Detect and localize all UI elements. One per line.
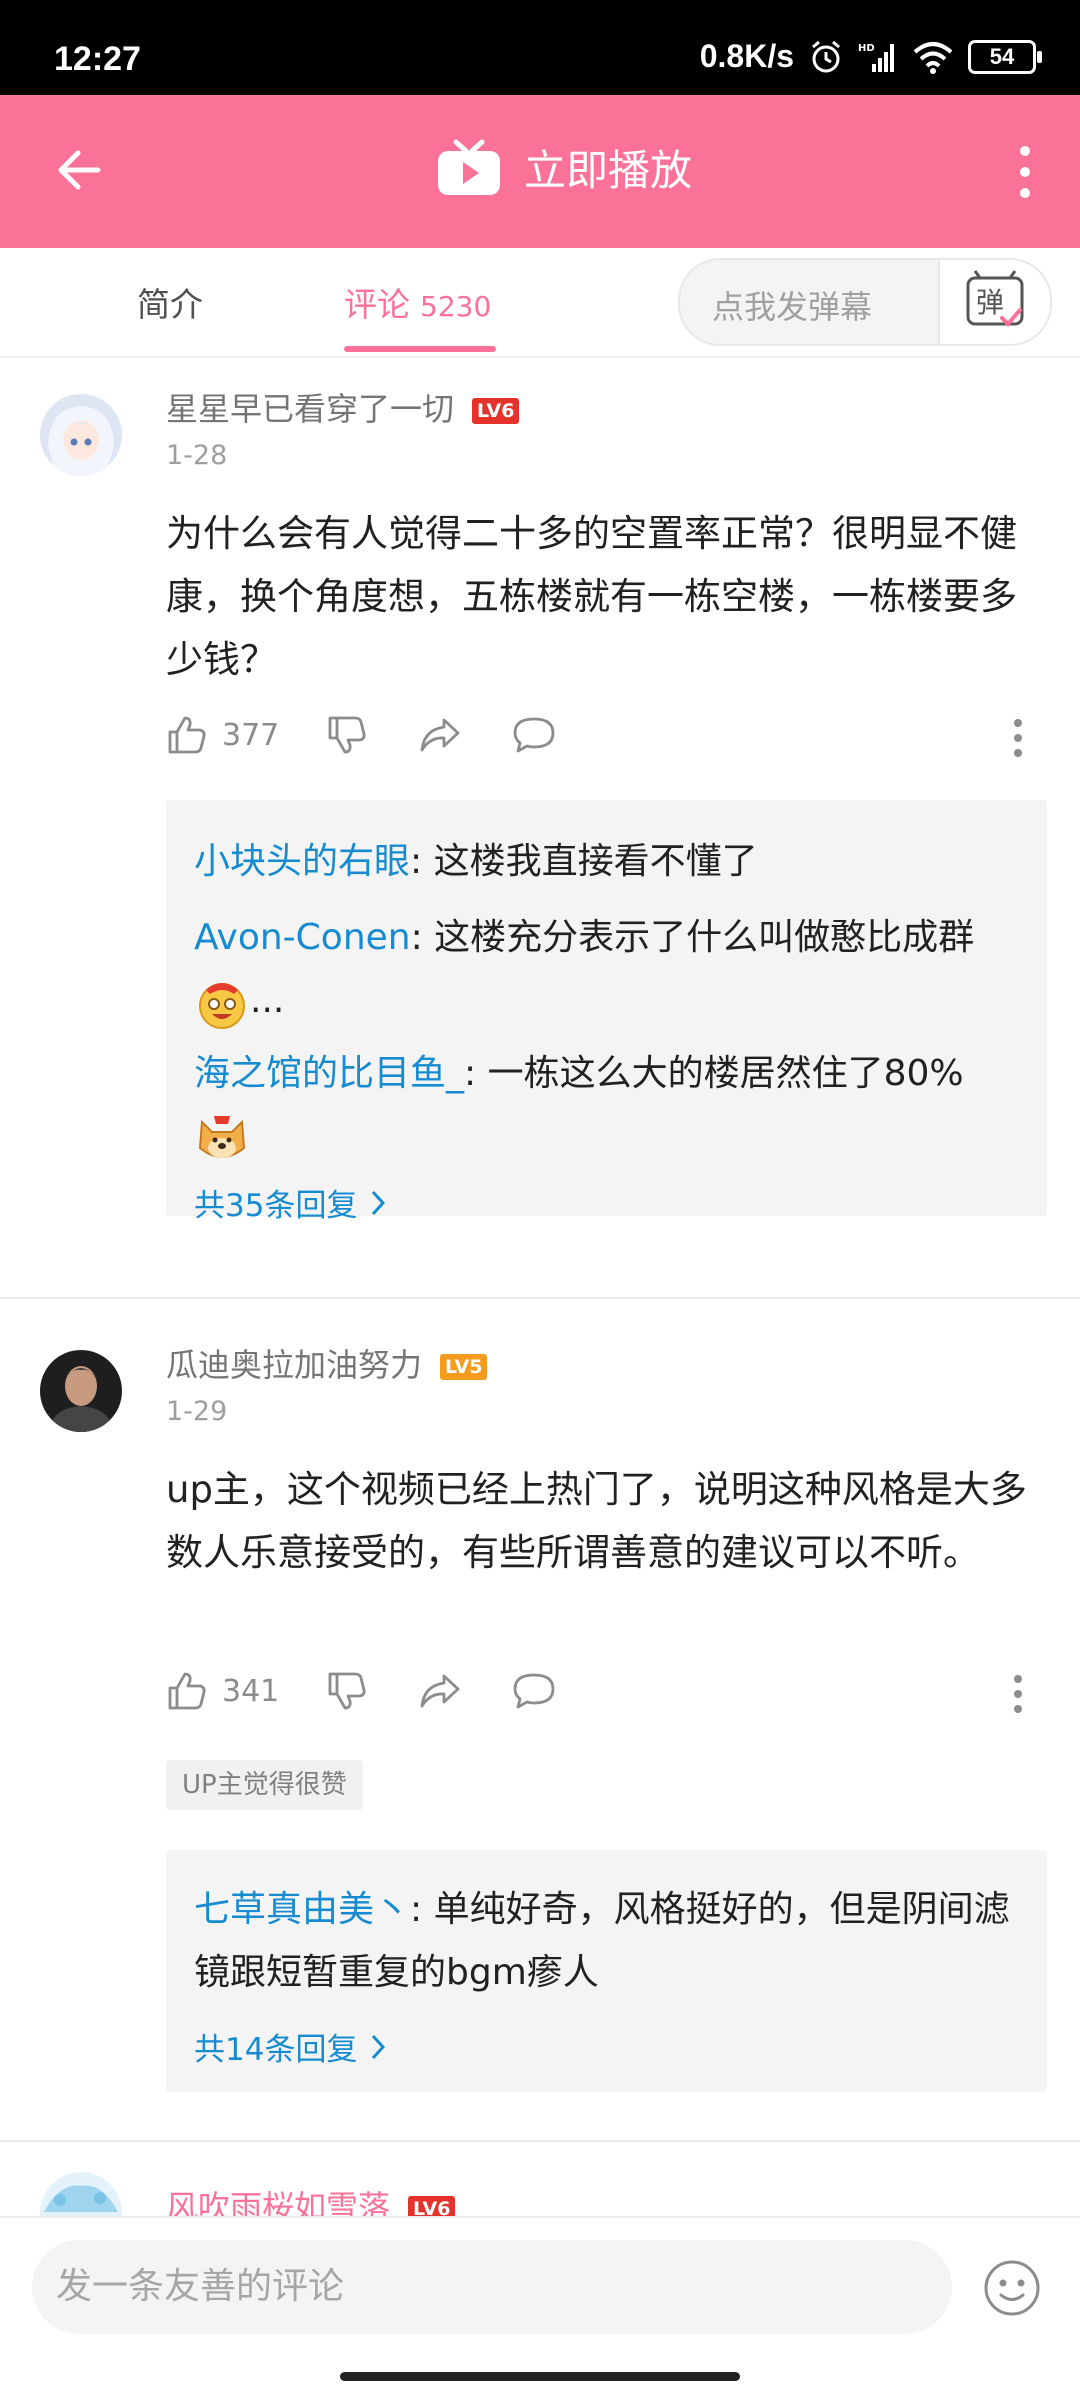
tab-comments[interactable]: 评论 5230 (344, 278, 491, 326)
danmaku-icon: 弹 (966, 270, 1024, 327)
more-vertical-icon[interactable] (1012, 718, 1024, 758)
like-button[interactable]: 377 (166, 714, 279, 756)
thumbs-down-icon (328, 716, 366, 754)
laughing-emoji-icon (199, 983, 245, 1029)
comment-item: 瓜迪奥拉加油努力 LV5 1-29 up主，这个视频已经上热门了，说明这种风格是大… (0, 1300, 1080, 2140)
comment-text: 为什么会有人觉得二十多的空置率正常？很明显不健康，换个角度想，五栋楼就有一栋空楼… (166, 512, 1017, 681)
play-now-label: 立即播放 (524, 146, 693, 195)
thumbs-up-icon (168, 1672, 206, 1710)
tab-active-indicator (344, 346, 496, 352)
reply-author[interactable]: 海之馆的比目鱼_ (194, 1053, 464, 1094)
view-all-replies-link[interactable]: 共35条回复 (194, 1180, 387, 1225)
svg-text:HD: HD (858, 43, 875, 54)
comment-item: 风吹雨桜如雪落 LV6 (0, 2142, 1080, 2216)
reply-text: : 这楼充分表示了什么叫做憨比成群 (410, 917, 975, 958)
reply-button[interactable] (512, 1670, 556, 1712)
alarm-icon (812, 40, 840, 72)
wifi-icon (913, 41, 953, 74)
tab-bar: 简介 评论 5230 点我发弹幕 弹 (0, 248, 1080, 358)
danmaku-icon-label: 弹 (976, 286, 1004, 319)
doge-emoji-icon (198, 1116, 246, 1158)
reply-text: : 一栋这么大的楼居然住了80% (464, 1053, 964, 1094)
comment-input-bar: 发一条友善的评论 (0, 2216, 1080, 2402)
share-button[interactable] (418, 714, 462, 756)
tv-play-icon (438, 139, 500, 195)
reply-button[interactable] (512, 714, 556, 756)
reply-text-suffix: ... (250, 980, 285, 1021)
more-replies-text: 共35条回复 (194, 1188, 358, 1224)
tab-comments-count: 5230 (420, 290, 492, 323)
comment-bubble-icon (513, 1673, 555, 1709)
comment-username[interactable]: 星星早已看穿了一切 LV6 (166, 384, 520, 430)
thumbs-up-icon (168, 716, 206, 754)
status-bar: 12:27 0.8K/s HD 54 (0, 0, 1080, 95)
dislike-button[interactable] (326, 714, 368, 756)
comment-date: 1-29 (166, 1396, 228, 1427)
status-time: 12:27 (54, 40, 141, 78)
username-text: 风吹雨桜如雪落 (166, 2188, 391, 2216)
battery-icon: 54 (968, 39, 1042, 74)
chevron-right-icon (372, 1190, 386, 1215)
comment-bubble-icon (513, 717, 555, 753)
more-vertical-icon[interactable] (1010, 145, 1040, 199)
reply-author[interactable]: Avon-Conen (194, 917, 411, 958)
comment-date: 1-28 (166, 440, 228, 471)
share-button[interactable] (418, 1670, 462, 1712)
comment-actions: 341 (166, 1670, 1046, 1720)
comment-item: 星星早已看穿了一切 LV6 1-28 为什么会有人觉得二十多的空置率正常？很明显不… (0, 356, 1080, 1296)
reply-text: : 这楼我直接看不懂了 (410, 841, 758, 882)
tab-comments-label: 评论 (344, 285, 410, 324)
signal-icon: HD (858, 43, 894, 72)
status-icons: 0.8K/s HD 54 (699, 38, 1042, 75)
like-count: 341 (222, 1673, 280, 1709)
home-indicator (340, 2372, 740, 2381)
more-vertical-icon[interactable] (1012, 1674, 1024, 1714)
avatar[interactable] (40, 394, 122, 476)
comment-actions: 377 (166, 714, 1046, 764)
comment-input[interactable]: 发一条友善的评论 (32, 2240, 952, 2334)
comment-divider (0, 1297, 1080, 1299)
reply-item: Avon-Conen: 这楼充分表示了什么叫做憨比成群... (194, 906, 1014, 1032)
thumbs-down-icon (328, 1672, 366, 1710)
level-badge: LV6 (472, 398, 520, 424)
comment-username[interactable]: 风吹雨桜如雪落 LV6 (166, 2182, 456, 2216)
tab-intro[interactable]: 简介 (137, 278, 203, 326)
reply-preview-box[interactable]: 小块头的右眼: 这楼我直接看不懂了 Avon-Conen: 这楼充分表示了什么叫… (166, 800, 1047, 1224)
reply-author[interactable]: 小块头的右眼 (194, 841, 410, 882)
app-bar: 立即播放 (0, 95, 1080, 248)
level-badge: LV6 (408, 2196, 456, 2216)
play-now-button[interactable]: 立即播放 (436, 137, 692, 198)
reply-author[interactable]: 七草真由美丶 (194, 1889, 410, 1930)
avatar[interactable] (40, 2172, 122, 2216)
chevron-right-icon (372, 2034, 386, 2059)
share-icon (420, 718, 460, 752)
reply-item: 七草真由美丶: 单纯好奇，风格挺好的，但是阴间滤镜跟短暂重复的bgm瘆人 (194, 1878, 1014, 2004)
share-icon (420, 1674, 460, 1708)
reply-item: 海之馆的比目鱼_: 一栋这么大的楼居然住了80% (194, 1042, 1014, 1168)
up-liked-badge: UP主觉得很赞 (166, 1760, 363, 1810)
username-text: 星星早已看穿了一切 (166, 390, 455, 428)
back-arrow-icon[interactable] (50, 140, 110, 200)
comment-text: up主，这个视频已经上热门了，说明这种风格是大多数人乐意接受的，有些所谓善意的建… (166, 1468, 1027, 1574)
comment-username[interactable]: 瓜迪奥拉加油努力 LV5 (166, 1340, 488, 1386)
danmaku-entry[interactable]: 点我发弹幕 弹 (678, 258, 1052, 346)
danmaku-toggle-button[interactable]: 弹 (938, 260, 1050, 344)
network-speed: 0.8K/s (699, 38, 794, 74)
like-count: 377 (222, 717, 280, 753)
emoji-icon[interactable] (982, 2258, 1042, 2318)
reply-preview-box[interactable]: 七草真由美丶: 单纯好奇，风格挺好的，但是阴间滤镜跟短暂重复的bgm瘆人 共14… (166, 1850, 1047, 2092)
battery-level: 54 (989, 43, 1015, 69)
level-badge: LV5 (440, 1354, 488, 1380)
like-button[interactable]: 341 (166, 1670, 279, 1712)
danmaku-placeholder: 点我发弹幕 (712, 288, 873, 326)
more-replies-text: 共14条回复 (194, 2032, 358, 2068)
username-text: 瓜迪奥拉加油努力 (166, 1346, 423, 1384)
dislike-button[interactable] (326, 1670, 368, 1712)
avatar[interactable] (40, 1350, 122, 1432)
view-all-replies-link[interactable]: 共14条回复 (194, 2024, 387, 2069)
reply-item: 小块头的右眼: 这楼我直接看不懂了 (194, 830, 1014, 893)
